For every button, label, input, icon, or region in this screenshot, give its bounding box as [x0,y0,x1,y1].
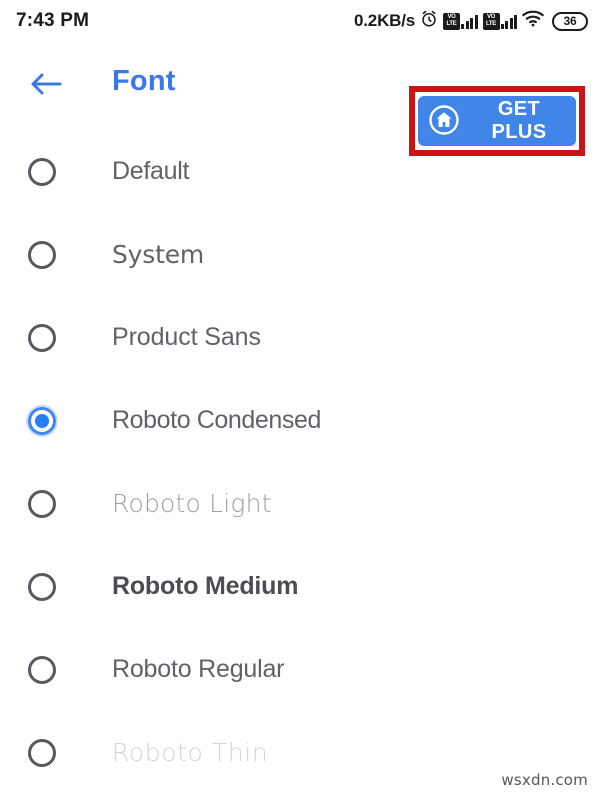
volte-icon-sim1: VO LTE [443,12,460,30]
get-plus-button[interactable]: GET PLUS [418,96,576,146]
volte-bottom-text: LTE [446,21,457,27]
volte-top-text: VO [486,14,496,20]
radio-button[interactable] [28,572,56,601]
sim1-signal-group: VO LTE [443,12,478,30]
font-option-label: Roboto Regular [112,655,285,683]
volte-top-text: VO [447,14,456,20]
font-option-label: Roboto Light [112,489,272,518]
font-option-label: Default [112,157,190,185]
radio-button[interactable] [28,655,56,684]
status-bar: 7:43 PM 0.2KB/s VO LTE VO LTE 36 [0,0,600,42]
font-option-row[interactable]: Product Sans [0,296,600,379]
font-option-row[interactable]: Roboto Light [0,462,600,545]
home-circle-icon [428,104,460,139]
wifi-icon [522,10,544,32]
font-option-label: Product Sans [112,323,261,351]
radio-button[interactable] [28,240,56,269]
app-bar: Font GET PLUS [0,42,600,156]
radio-button-selected[interactable] [28,406,56,435]
battery-indicator: 36 [552,11,588,31]
status-time: 7:43 PM [16,10,90,31]
font-option-label: Roboto Medium [112,572,299,600]
page-title: Font [112,65,176,97]
font-option-label: Roboto Condensed [112,406,322,434]
volte-bottom-text: LTE [486,21,496,27]
font-option-label: System [112,240,205,269]
radio-button[interactable] [28,489,56,518]
network-speed-text: 0.2KB/s [354,11,415,30]
back-button[interactable] [24,64,68,108]
font-option-row[interactable]: Roboto Regular [0,628,600,711]
radio-button[interactable] [28,323,56,352]
radio-button[interactable] [28,738,56,767]
font-option-row[interactable]: Roboto Condensed [0,379,600,462]
font-option-row[interactable]: Roboto Medium [0,545,600,628]
radio-button[interactable] [28,157,56,186]
sim2-signal-group: VO LTE [482,12,517,30]
get-plus-label: GET PLUS [491,98,547,143]
font-option-row[interactable]: System [0,213,600,296]
status-icons-group: 0.2KB/s VO LTE VO LTE 36 [354,10,588,33]
alarm-clock-icon [420,10,438,33]
back-arrow-icon [29,69,63,104]
signal-bars-icon-sim2 [500,14,517,29]
battery-level-text: 36 [563,14,577,28]
font-options-list: Default System Product Sans Roboto Condense… [0,130,600,794]
site-watermark: wsxdn.com [501,771,588,789]
volte-icon-sim2: VO LTE [482,12,500,30]
font-option-label: Roboto Thin [112,738,269,767]
signal-bars-icon-sim1 [461,14,478,29]
